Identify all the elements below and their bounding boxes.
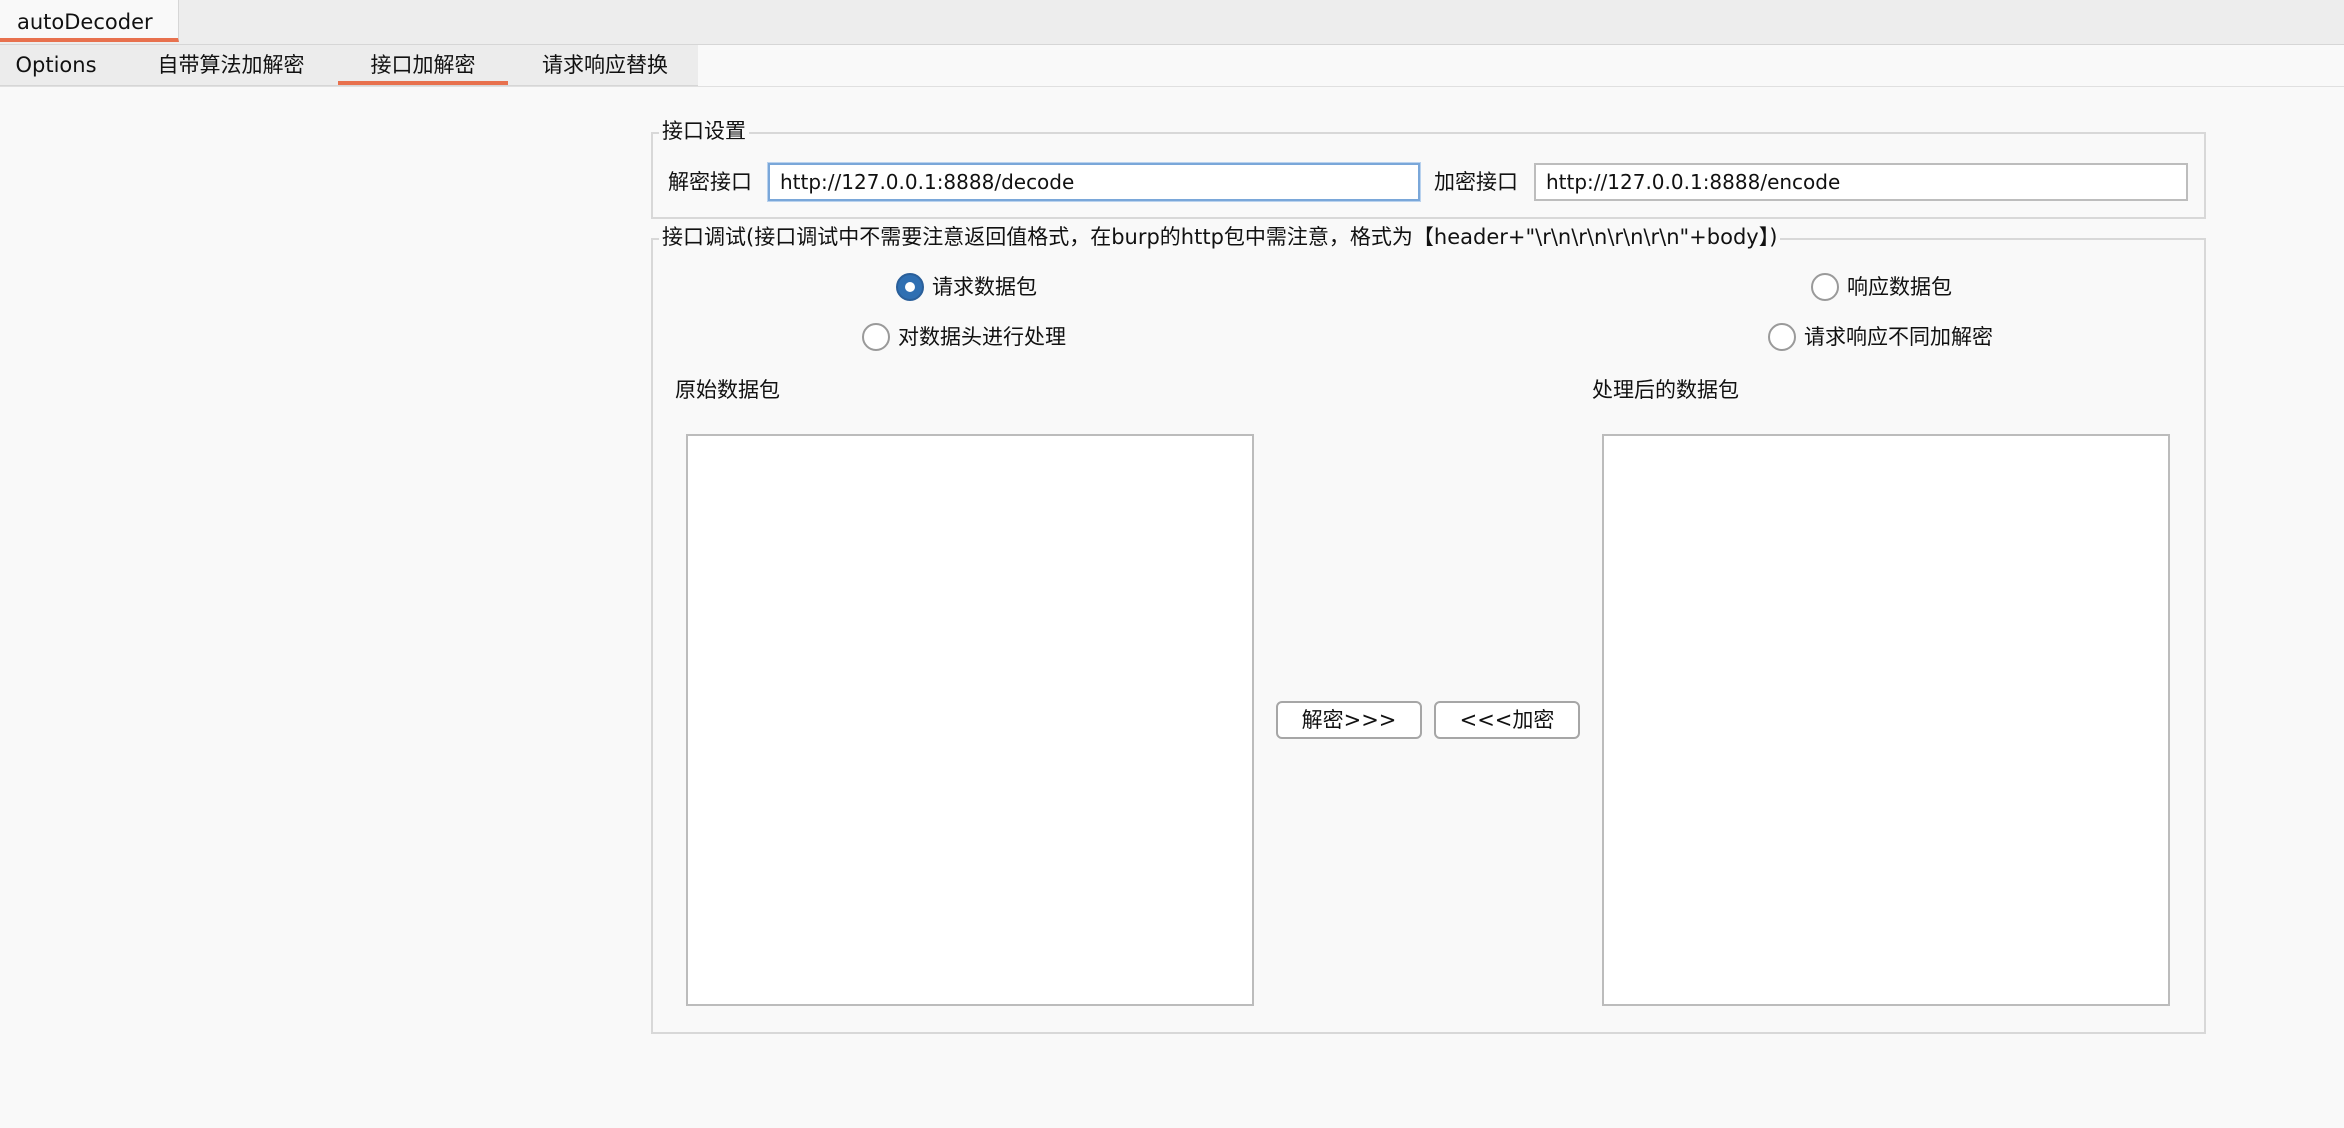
radio-response-packet-button[interactable] <box>1811 273 1839 301</box>
radio-response-packet-label: 响应数据包 <box>1847 275 1952 299</box>
radio-request-packet-label: 请求数据包 <box>932 275 1037 299</box>
tab-autodecoder[interactable]: autoDecoder <box>0 0 179 42</box>
radio-process-headers[interactable]: 对数据头进行处理 <box>862 322 1066 352</box>
radio-response-packet[interactable]: 响应数据包 <box>1811 272 1952 302</box>
interface-settings-legend: 接口设置 <box>659 118 749 144</box>
decrypt-button[interactable]: 解密>>> <box>1276 701 1422 739</box>
radio-process-headers-button[interactable] <box>862 323 890 351</box>
extension-tab-bar: autoDecoder <box>0 0 2344 45</box>
encode-endpoint-input[interactable] <box>1534 163 2188 201</box>
decode-endpoint-label: 解密接口 <box>668 170 752 194</box>
radio-process-headers-label: 对数据头进行处理 <box>898 325 1066 349</box>
tab-interface-crypto[interactable]: 接口加解密 <box>338 45 508 85</box>
divider <box>0 86 2344 87</box>
radio-different-crypto[interactable]: 请求响应不同加解密 <box>1768 322 1993 352</box>
radio-different-crypto-button[interactable] <box>1768 323 1796 351</box>
subtab-bar: Options 自带算法加解密 接口加解密 请求响应替换 <box>0 45 698 86</box>
radio-request-packet[interactable]: 请求数据包 <box>896 272 1037 302</box>
tab-builtin-crypto[interactable]: 自带算法加解密 <box>132 45 330 85</box>
radio-request-packet-button[interactable] <box>896 273 924 301</box>
encode-endpoint-label: 加密接口 <box>1434 170 1518 194</box>
interface-debug-legend: 接口调试(接口调试中不需要注意返回值格式，在burp的http包中需注意，格式为… <box>659 224 1781 250</box>
processed-packet-textarea[interactable] <box>1602 434 2170 1006</box>
encrypt-button[interactable]: <<<加密 <box>1434 701 1580 739</box>
radio-different-crypto-label: 请求响应不同加解密 <box>1804 325 1993 349</box>
tab-options[interactable]: Options <box>0 45 112 85</box>
decode-endpoint-input[interactable] <box>768 163 1420 201</box>
original-packet-textarea[interactable] <box>686 434 1254 1006</box>
tab-request-response-replace[interactable]: 请求响应替换 <box>522 45 688 85</box>
processed-packet-label: 处理后的数据包 <box>1592 378 1739 402</box>
original-packet-label: 原始数据包 <box>675 378 780 402</box>
